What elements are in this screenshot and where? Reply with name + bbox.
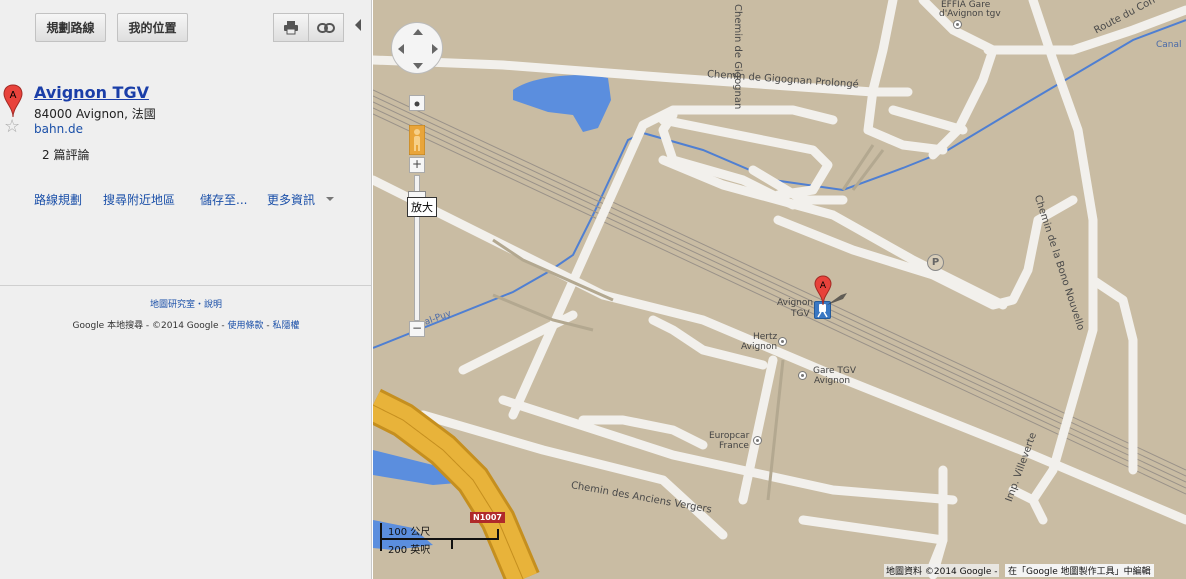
route-planning-link[interactable]: 路線規劃 <box>34 191 82 208</box>
road-label: Canal <box>1156 40 1182 50</box>
zoom-tooltip: 放大 <box>407 197 437 217</box>
poi-dot-icon[interactable] <box>798 371 807 380</box>
poi-label: d'Avignon tgv <box>939 9 1001 19</box>
terms-link[interactable]: 使用條款 <box>228 321 264 331</box>
sidebar-panel: 規劃路線 我的位置 A ☆ Avignon TGV 84000 Avignon,… <box>0 0 372 579</box>
place-title[interactable]: Avignon TGV <box>34 83 149 102</box>
poi-dot-icon[interactable] <box>953 20 962 29</box>
poi-dot-icon[interactable] <box>753 436 762 445</box>
link-button[interactable] <box>308 13 344 42</box>
svg-text:A: A <box>820 281 827 291</box>
collapse-panel-icon[interactable] <box>355 19 361 31</box>
printer-icon <box>284 20 298 34</box>
zoom-reset-button[interactable] <box>409 95 425 111</box>
help-link[interactable]: 說明 <box>204 300 222 310</box>
divider <box>0 285 371 286</box>
parking-icon[interactable]: P <box>927 254 944 271</box>
zoom-in-button[interactable]: + <box>409 157 425 173</box>
directions-button[interactable]: 規劃路線 <box>35 13 106 42</box>
poi-dot-icon[interactable] <box>778 337 787 346</box>
scale-metric-label: 100 公尺 <box>388 527 431 538</box>
poi-label: Avignon <box>777 298 814 308</box>
route-badge: N1007 <box>470 512 505 523</box>
footer-links: 地圖研究室・說明 <box>0 297 372 310</box>
my-location-button[interactable]: 我的位置 <box>117 13 188 42</box>
poi-label: Hertz <box>753 332 778 342</box>
link-icon <box>317 22 335 33</box>
star-icon[interactable]: ☆ <box>4 118 20 136</box>
pan-arrows-icon <box>398 29 438 69</box>
separator: - <box>263 321 273 331</box>
poi-label: Europcar <box>709 431 750 441</box>
place-website-link[interactable]: bahn.de <box>34 122 83 136</box>
map-marker-icon: A <box>3 84 23 118</box>
map-attribution: 地圖資料 ©2014 Google - <box>884 564 1000 577</box>
search-nearby-link[interactable]: 搜尋附近地區 <box>103 191 175 208</box>
poi-label: Avignon <box>741 342 778 352</box>
chevron-down-icon[interactable] <box>326 197 334 201</box>
svg-text:A: A <box>10 90 17 101</box>
pan-control[interactable] <box>391 22 443 74</box>
labs-link[interactable]: 地圖研究室 <box>150 300 195 310</box>
mymaps-edit-link[interactable]: 在「Google 地圖製作工具」中編輯 <box>1005 564 1154 577</box>
place-reviews: 2 篇評論 <box>42 148 90 162</box>
zoom-out-button[interactable]: − <box>409 321 425 337</box>
print-button[interactable] <box>273 13 309 42</box>
copyright-text: Google 本地搜尋 - ©2014 Google - 使用條款 - 私隱權 <box>0 318 372 331</box>
save-to-link[interactable]: 儲存至... <box>200 191 247 208</box>
poi-label: Avignon <box>814 376 851 386</box>
scale-imperial-label: 200 英呎 <box>388 545 431 556</box>
pegman-icon[interactable] <box>409 125 425 155</box>
privacy-link[interactable]: 私隱權 <box>273 321 300 331</box>
copyright-prefix: Google 本地搜尋 - ©2014 Google - <box>72 321 228 331</box>
poi-label: TGV <box>791 309 810 319</box>
separator: ・ <box>194 300 204 310</box>
more-info-link[interactable]: 更多資訊 <box>267 191 315 208</box>
road-label: Chemin de Gigognan <box>732 4 743 110</box>
map-marker-icon[interactable]: A <box>813 275 853 309</box>
map-canvas[interactable]: Chemin de Gigognan Prolongé Chemin de Gi… <box>373 0 1186 579</box>
place-address: 84000 Avignon, 法國 <box>34 107 156 121</box>
poi-label: Gare TGV <box>813 366 857 376</box>
dot-icon <box>414 101 420 107</box>
poi-label: France <box>719 441 749 451</box>
